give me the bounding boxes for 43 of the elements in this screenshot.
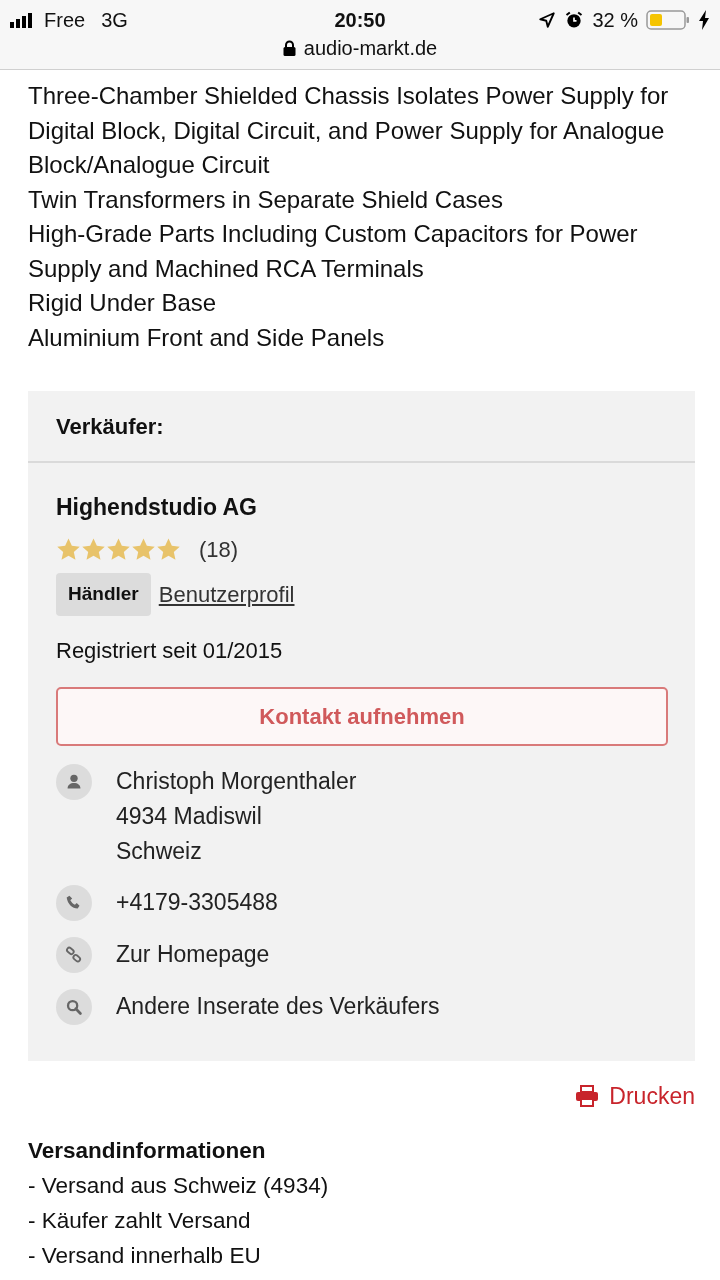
location-icon (538, 11, 557, 29)
print-link[interactable]: Drucken (575, 1078, 695, 1113)
link-icon (56, 936, 92, 973)
contact-detail-text[interactable]: Zur Homepage (116, 936, 270, 972)
printer-icon (575, 1084, 600, 1107)
feature-text: Twin Transformers in Separate Shield Cases (28, 184, 504, 215)
shipping-info-line: - Käufer zahlt Versand (28, 1207, 252, 1235)
contact-address-line: Christoph Morgenthaler (116, 766, 357, 796)
contact-address-line: Schweiz (116, 836, 203, 866)
clock-time: 20:50 (334, 8, 386, 33)
seller-heading: Verkäufer: (56, 412, 164, 441)
battery-icon (646, 10, 690, 30)
phone-icon (56, 884, 92, 921)
contact-button[interactable]: Kontakt aufnehmen (56, 686, 668, 746)
page-url[interactable]: audio-markt.de (303, 33, 438, 63)
shipping-info-line: - Versand aus Schweiz (4934) (28, 1172, 330, 1200)
star-icon (56, 536, 81, 562)
shipping-info-line: - Versand innerhalb EU (28, 1242, 262, 1270)
star-icon (106, 536, 131, 562)
registered-since: Registriert seit 01/2015 (56, 636, 284, 665)
alarm-icon (564, 10, 585, 30)
profile-link[interactable]: Benutzerprofil (158, 577, 295, 611)
battery-percent: 32 % (592, 8, 638, 33)
feature-text: Aluminium Front and Side Panels (28, 322, 386, 353)
contact-detail-text[interactable]: +4179-3305488 (116, 884, 278, 920)
star-icon (81, 536, 106, 562)
lock-icon (282, 40, 296, 56)
star-icon (156, 536, 181, 562)
contact-address-line: 4934 Madiswil (116, 801, 263, 831)
carrier-name: Free (44, 8, 86, 33)
feature-text: High-Grade Parts Including Custom Capacitors for Power Supply and Machined RCA Terminals (28, 219, 639, 284)
rating-count: (18) (199, 535, 239, 564)
contact-detail-text[interactable]: Andere Inserate des Verkäufers (116, 988, 440, 1024)
star-icon (131, 536, 156, 562)
search-icon (56, 988, 92, 1025)
feature-text: Rigid Under Base (28, 288, 218, 318)
network-type: 3G (101, 8, 128, 33)
person-icon (56, 763, 92, 800)
shipping-title: Versandinformationen (28, 1137, 267, 1165)
seller-name: Highendstudio AG (56, 493, 258, 522)
feature-text: Three-Chamber Shielded Chassis Isolates Power Supply for Digital Block, Digital Circuit, and Power Supply for Analogue Block/Analogue Circuit (28, 81, 670, 180)
dealer-badge: Händler (56, 573, 151, 616)
charging-icon (698, 10, 710, 30)
